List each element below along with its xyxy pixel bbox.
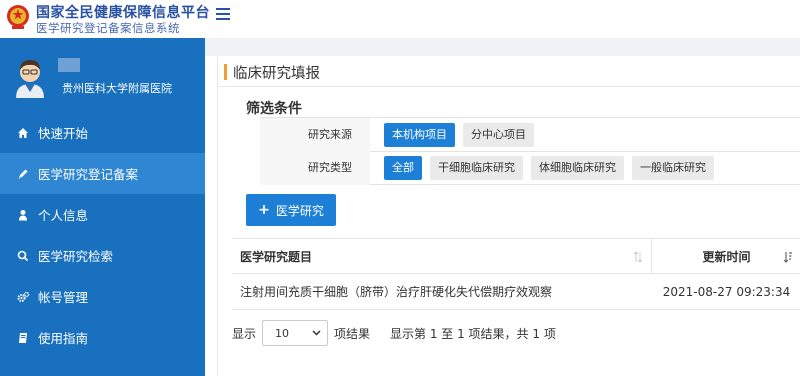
filter-label: 研究来源 xyxy=(260,117,370,152)
page-title: 临床研究填报 xyxy=(224,62,320,82)
brand-title: 国家全民健康保障信息平台 xyxy=(36,5,210,21)
sidebar-item-research-registration[interactable]: 医学研究登记备案 xyxy=(0,153,205,194)
top-header: 国家全民健康保障信息平台 医学研究登记备案信息系统 xyxy=(0,0,800,38)
brand-subtitle: 医学研究登记备案信息系统 xyxy=(36,21,180,35)
research-table: 医学研究题目 更新时间 注射用间充质干细胞（脐带）治疗肝硬化失代偿期疗效观察 2… xyxy=(232,238,800,310)
page-size-prefix: 显示 xyxy=(232,326,257,341)
sidebar-nav: 快速开始 医学研究登记备案 个人信息 医学研究检索 帐号管理 使用指南 xyxy=(0,112,205,358)
add-research-button[interactable]: + 医学研究 xyxy=(246,194,336,226)
filter-option-stem-cell[interactable]: 干细胞临床研究 xyxy=(430,156,523,180)
filter-row-type: 研究类型 全部 干细胞临床研究 体细胞临床研究 一般临床研究 xyxy=(260,151,800,185)
book-icon xyxy=(16,331,30,345)
filter-title: 筛选条件 xyxy=(246,101,302,117)
table-row: 注射用间充质干细胞（脐带）治疗肝硬化失代偿期疗效观察 2021-08-27 09… xyxy=(232,274,800,310)
sidebar-item-label: 使用指南 xyxy=(38,331,89,346)
updated-time-cell: 2021-08-27 09:23:34 xyxy=(662,284,791,299)
divider xyxy=(218,86,800,87)
menu-toggle-icon[interactable] xyxy=(216,8,230,20)
filter-label: 研究类型 xyxy=(260,151,370,185)
table-header: 医学研究题目 更新时间 xyxy=(232,238,800,274)
sidebar-item-personal-info[interactable]: 个人信息 xyxy=(0,194,205,235)
filter-option-all[interactable]: 全部 xyxy=(384,156,422,180)
page-size-value: 10 xyxy=(275,326,290,340)
add-research-label: 医学研究 xyxy=(275,203,324,218)
filter-option-general[interactable]: 一般临床研究 xyxy=(632,156,714,180)
search-icon xyxy=(16,249,30,263)
pagination-info: 显示第 1 至 1 项结果，共 1 项 xyxy=(390,326,556,341)
sidebar-item-quick-start[interactable]: 快速开始 xyxy=(0,112,205,153)
sidebar-item-research-search[interactable]: 医学研究检索 xyxy=(0,235,205,276)
plus-icon: + xyxy=(258,202,270,218)
sidebar-item-label: 帐号管理 xyxy=(38,290,89,305)
sidebar-item-label: 医学研究检索 xyxy=(38,249,114,264)
pencil-icon xyxy=(16,167,30,181)
research-title-cell[interactable]: 注射用间充质干细胞（脐带）治疗肝硬化失代偿期疗效观察 xyxy=(232,274,652,309)
chevron-down-icon xyxy=(312,330,321,336)
user-organization: 贵州医科大学附属医院 xyxy=(62,82,172,95)
sidebar-item-label: 个人信息 xyxy=(38,208,89,223)
column-header-title[interactable]: 医学研究题目 xyxy=(232,239,652,273)
pagination-bar: 显示 10 项结果 显示第 1 至 1 项结果，共 1 项 xyxy=(232,320,556,346)
sidebar-item-user-guide[interactable]: 使用指南 xyxy=(0,317,205,358)
sidebar-item-account-management[interactable]: 帐号管理 xyxy=(0,276,205,317)
page-size-suffix: 项结果 xyxy=(334,326,371,341)
filter-panel: 研究来源 本机构项目 分中心项目 研究类型 全部 干细胞临床研究 体细胞临床研究… xyxy=(260,117,800,185)
national-emblem-icon xyxy=(7,5,29,29)
main-content: 临床研究填报 筛选条件 研究来源 本机构项目 分中心项目 研究类型 全部 干细胞… xyxy=(217,56,800,376)
filter-option-sub-center[interactable]: 分中心项目 xyxy=(463,122,534,147)
avatar xyxy=(16,60,44,98)
filter-option-own-institution[interactable]: 本机构项目 xyxy=(384,122,455,147)
page-title-text: 临床研究填报 xyxy=(233,65,320,82)
user-name-redacted xyxy=(58,58,80,72)
filter-row-source: 研究来源 本机构项目 分中心项目 xyxy=(260,117,800,152)
page-size-select[interactable]: 10 xyxy=(262,320,329,346)
filter-option-somatic-cell[interactable]: 体细胞临床研究 xyxy=(531,156,624,180)
user-panel: 贵州医科大学附属医院 xyxy=(0,38,205,110)
sort-icon xyxy=(633,251,643,263)
gears-icon xyxy=(16,290,30,304)
column-header-updated[interactable]: 更新时间 xyxy=(652,239,800,273)
home-icon xyxy=(16,126,30,140)
content-top-gap xyxy=(205,38,800,56)
sidebar-item-label: 快速开始 xyxy=(38,126,89,141)
user-icon xyxy=(16,208,30,222)
sort-desc-icon xyxy=(783,252,792,263)
sidebar: 贵州医科大学附属医院 快速开始 医学研究登记备案 个人信息 医学研究检索 帐号管… xyxy=(0,38,205,376)
heading-accent-bar xyxy=(224,64,227,80)
sidebar-item-label: 医学研究登记备案 xyxy=(38,167,139,182)
